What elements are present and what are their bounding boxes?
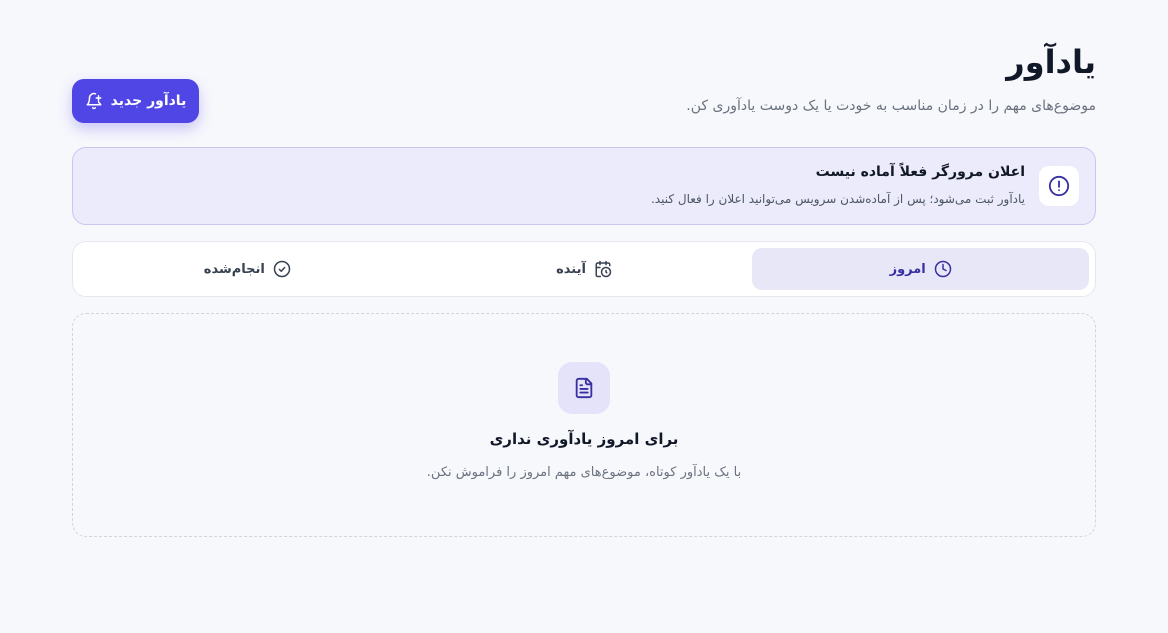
page-header: یادآور موضوع‌های مهم را در زمان مناسب به… xyxy=(72,40,1096,130)
clock-icon xyxy=(934,260,951,278)
notice-text: یادآور ثبت می‌شود؛ پس از آماده‌شدن سرویس… xyxy=(650,192,1025,206)
empty-state-text: با یک یادآور کوتاه، موضوع‌های مهم امروز … xyxy=(426,465,742,480)
alert-circle-icon xyxy=(1048,175,1070,197)
tab-upcoming-label: آینده xyxy=(556,261,586,277)
document-icon xyxy=(575,377,593,399)
new-reminder-label: یادآور جدید xyxy=(110,93,187,109)
notice-icon-box xyxy=(1039,166,1079,206)
notice-title: اعلان مرورگر فعلاً آماده نیست xyxy=(815,164,1025,180)
page-subtitle: موضوع‌های مهم را در زمان مناسب به خودت ی… xyxy=(686,98,1096,114)
tab-today[interactable]: امروز xyxy=(752,248,1089,290)
page-title: یادآور xyxy=(1006,43,1096,81)
new-reminder-button[interactable]: یادآور جدید xyxy=(72,79,199,123)
reminders-page: یادآور موضوع‌های مهم را در زمان مناسب به… xyxy=(0,0,1168,633)
tab-today-label: امروز xyxy=(889,261,926,277)
empty-state: برای امروز یادآوری نداری با یک یادآور کو… xyxy=(72,313,1096,537)
empty-icon-box xyxy=(558,362,610,414)
check-circle-icon xyxy=(273,260,291,278)
tab-upcoming[interactable]: آینده xyxy=(416,248,753,290)
tab-done[interactable]: انجام‌شده xyxy=(79,248,416,290)
calendar-clock-icon xyxy=(595,260,612,278)
bell-plus-icon xyxy=(86,92,102,110)
tab-done-label: انجام‌شده xyxy=(203,261,265,277)
reminder-tabs: امروز آینده انجام‌شده xyxy=(72,241,1096,297)
empty-state-title: برای امروز یادآوری نداری xyxy=(489,430,679,448)
browser-notification-notice: اعلان مرورگر فعلاً آماده نیست یادآور ثبت… xyxy=(72,147,1096,225)
